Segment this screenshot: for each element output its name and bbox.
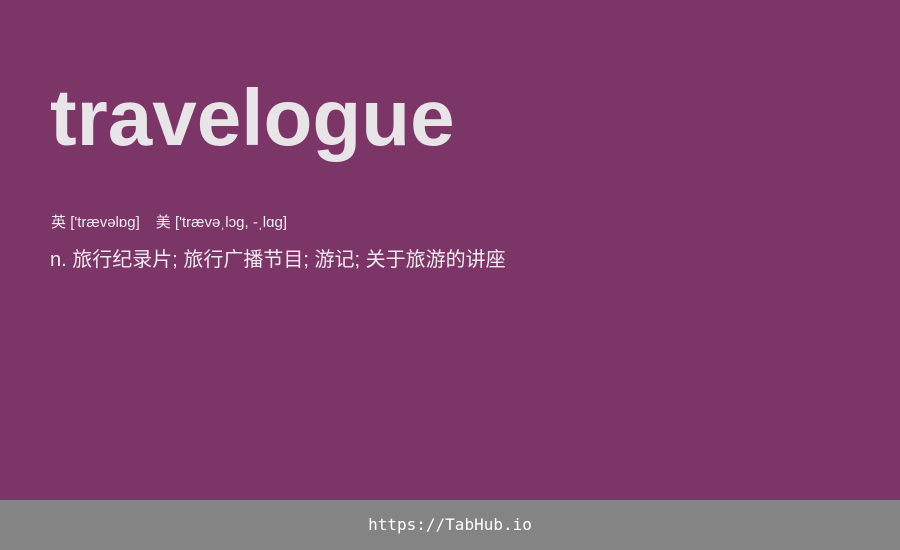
us-phonetic: ['trævəˌlɔg, -ˌlɑg] xyxy=(174,214,287,231)
uk-label: 英 xyxy=(51,214,67,231)
definition-text: n. 旅行纪录片; 旅行广播节目; 游记; 关于旅游的讲座 xyxy=(50,249,506,271)
footer-bar: https://TabHub.io xyxy=(0,500,900,550)
pronunciation-row: 英 ['trævəlɒg] 美 ['trævəˌlɔg, -ˌlɑg] xyxy=(51,212,287,234)
us-label: 美 xyxy=(155,214,171,231)
uk-phonetic: ['trævəlɒg] xyxy=(70,214,140,231)
word-card: travelogue 英 ['trævəlɒg] 美 ['trævəˌlɔg, -… xyxy=(0,0,900,500)
headword: travelogue xyxy=(50,73,455,162)
tabhub-link[interactable]: https://TabHub.io xyxy=(368,514,532,536)
